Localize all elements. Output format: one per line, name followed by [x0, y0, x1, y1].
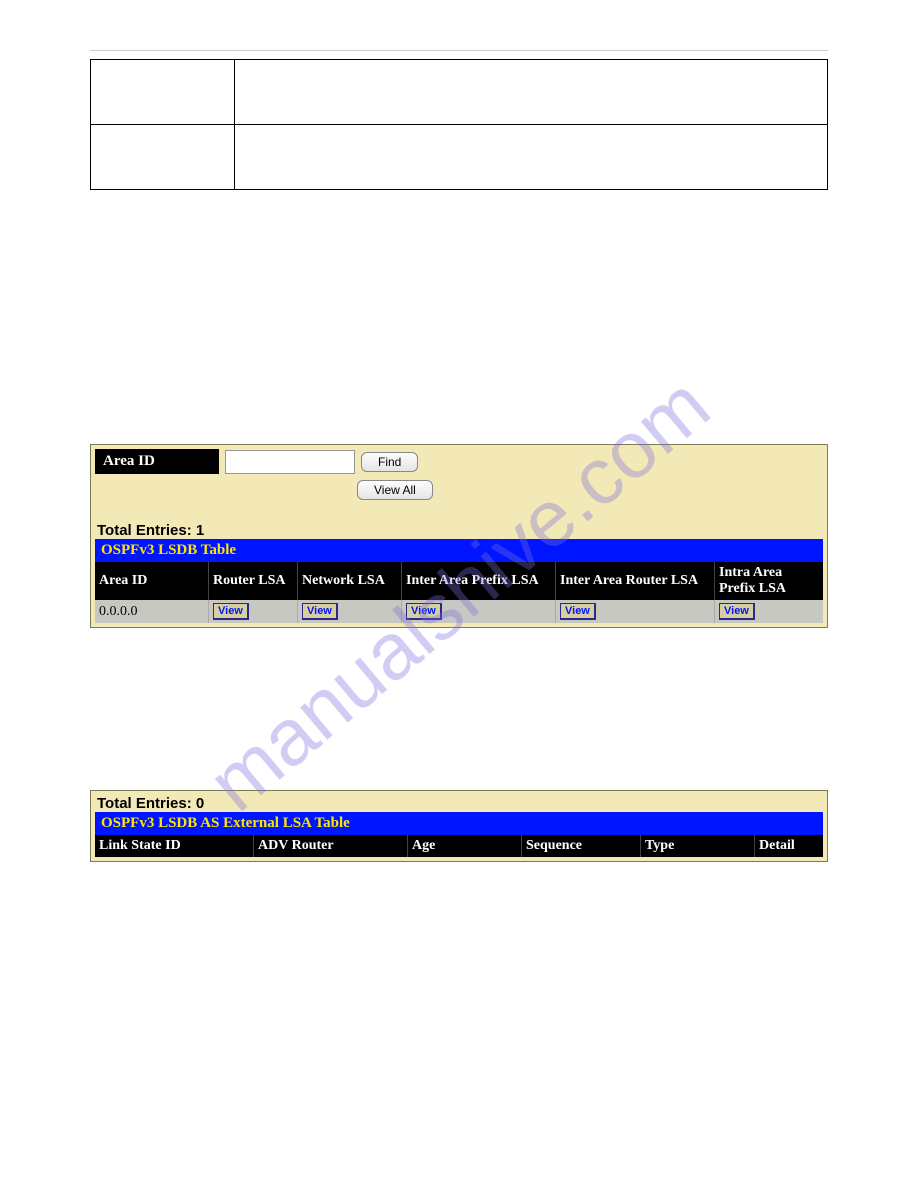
view-button[interactable]: View	[560, 603, 596, 620]
view-button[interactable]: View	[406, 603, 442, 620]
table-row: 0.0.0.0 View View View View View	[95, 600, 823, 623]
external-lsa-panel: Total Entries: 0 OSPFv3 LSDB AS External…	[90, 790, 828, 862]
area-id-label: Area ID	[95, 449, 219, 474]
view-button[interactable]: View	[213, 603, 249, 620]
info-table	[90, 59, 828, 190]
inter-area-prefix-cell: View	[402, 600, 556, 623]
info-row	[91, 125, 828, 190]
area-id-input[interactable]	[225, 450, 355, 474]
inter-area-router-cell: View	[556, 600, 715, 623]
search-row: Area ID Find	[95, 449, 823, 474]
table-title: OSPFv3 LSDB AS External LSA Table	[95, 812, 823, 835]
lsdb-table: OSPFv3 LSDB Table Area ID Router LSA Net…	[95, 539, 823, 623]
area-id-cell: 0.0.0.0	[95, 600, 209, 623]
top-rule	[90, 50, 828, 51]
table-title: OSPFv3 LSDB Table	[95, 539, 823, 562]
table-title-row: OSPFv3 LSDB AS External LSA Table	[95, 812, 823, 835]
find-button[interactable]: Find	[361, 452, 418, 472]
col-header: Inter Area Router LSA	[556, 562, 715, 600]
col-header: Network LSA	[298, 562, 402, 600]
col-header: Link State ID	[95, 835, 254, 857]
total-entries-label: Total Entries: 0	[95, 795, 823, 812]
info-cell	[91, 125, 235, 190]
view-button[interactable]: View	[719, 603, 755, 620]
col-header: Router LSA	[209, 562, 298, 600]
intra-area-prefix-cell: View	[715, 600, 824, 623]
page-content: Area ID Find View All Total Entries: 1 O…	[0, 0, 918, 910]
info-row	[91, 60, 828, 125]
total-entries-label: Total Entries: 1	[95, 522, 823, 539]
router-lsa-cell: View	[209, 600, 298, 623]
view-button[interactable]: View	[302, 603, 338, 620]
col-header: Inter Area Prefix LSA	[402, 562, 556, 600]
view-all-button[interactable]: View All	[357, 480, 433, 500]
lsdb-panel: Area ID Find View All Total Entries: 1 O…	[90, 444, 828, 628]
table-header-row: Area ID Router LSA Network LSA Inter Are…	[95, 562, 823, 600]
table-title-row: OSPFv3 LSDB Table	[95, 539, 823, 562]
info-cell	[235, 125, 828, 190]
network-lsa-cell: View	[298, 600, 402, 623]
info-cell	[235, 60, 828, 125]
table-header-row: Link State ID ADV Router Age Sequence Ty…	[95, 835, 823, 857]
info-cell	[91, 60, 235, 125]
external-lsa-table: OSPFv3 LSDB AS External LSA Table Link S…	[95, 812, 823, 857]
col-header: Age	[408, 835, 522, 857]
col-header: Type	[641, 835, 755, 857]
col-header: ADV Router	[254, 835, 408, 857]
col-header: Area ID	[95, 562, 209, 600]
col-header: Sequence	[522, 835, 641, 857]
col-header: Detail	[755, 835, 824, 857]
col-header: Intra Area Prefix LSA	[715, 562, 824, 600]
